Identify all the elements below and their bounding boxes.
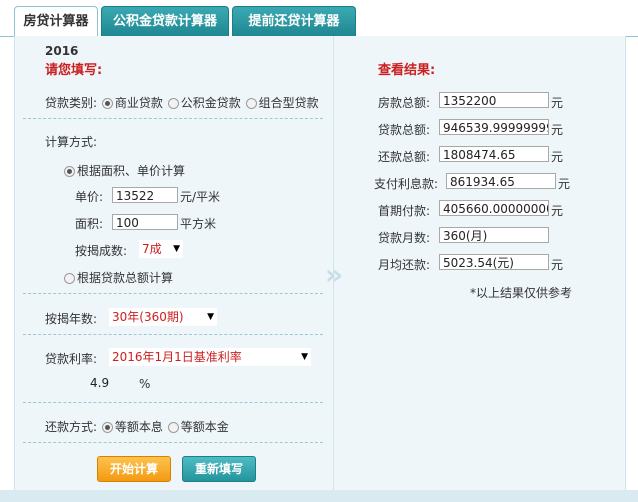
reset-button[interactable]: 重新填写 xyxy=(182,456,256,482)
calc-method-label: 计算方式: xyxy=(45,135,98,149)
calculator-panel: 2016 请您填写: 贷款类别: 商业贷款 公积金贷款 组合型贷款 计算方式: … xyxy=(14,36,626,502)
result-house-total: 1352200 xyxy=(439,92,549,108)
area-input[interactable]: 100 xyxy=(112,214,178,230)
result-months: 360(月) xyxy=(439,227,549,243)
area-unit: 平方米 xyxy=(180,217,217,231)
loan-type-row: 贷款类别: 商业贷款 公积金贷款 组合型贷款 xyxy=(45,94,319,111)
rate-label: 贷款利率: xyxy=(45,352,98,366)
double-chevron-right-icon: » xyxy=(325,258,344,291)
tab-provident-fund-calculator[interactable]: 公积金贷款计算器 xyxy=(101,6,229,36)
radio-equal-installment[interactable] xyxy=(101,422,113,433)
result-unit: 元 xyxy=(551,150,564,164)
ratio-value: 7成 xyxy=(142,242,162,256)
result-label-house-total: 房款总额: xyxy=(378,96,431,110)
unit-price-input[interactable]: 13522 xyxy=(112,187,178,203)
result-loan-total: 946539.999999999 xyxy=(439,119,549,135)
ratio-select[interactable]: 7成 ▼ xyxy=(139,240,183,258)
chevron-down-icon: ▼ xyxy=(173,244,180,254)
loan-type-label: 贷款类别: xyxy=(45,96,98,110)
radio-commercial-loan[interactable] xyxy=(101,98,113,109)
result-down-payment: 405660.000000000 xyxy=(439,200,549,216)
radio-method-area[interactable] xyxy=(64,166,75,177)
years-value: 30年(360期) xyxy=(112,310,184,324)
rate-select[interactable]: 2016年1月1日基准利率 ▼ xyxy=(109,348,311,366)
radio-combined-loan[interactable] xyxy=(245,98,257,109)
method-area-label[interactable]: 根据面积、单价计算 xyxy=(77,164,185,178)
loan-type-provident[interactable]: 公积金贷款 xyxy=(181,96,241,110)
result-unit: 元 xyxy=(551,96,564,110)
result-unit: 元 xyxy=(551,123,564,137)
rate-number-input[interactable]: 4.9 xyxy=(87,375,133,391)
result-heading: 查看结果: xyxy=(378,63,436,78)
unit-price-unit: 元/平米 xyxy=(180,190,221,204)
loan-type-commercial[interactable]: 商业贷款 xyxy=(115,96,163,110)
separator xyxy=(23,442,323,443)
separator xyxy=(23,334,323,335)
result-label-loan-total: 贷款总额: xyxy=(378,123,431,137)
result-unit: 元 xyxy=(558,177,571,191)
years-label: 按揭年数: xyxy=(45,312,98,326)
chevron-down-icon: ▼ xyxy=(207,312,214,322)
result-monthly: 5023.54(元) xyxy=(439,254,549,270)
year-label: 2016 xyxy=(45,44,79,58)
tab-bar: 房贷计算器 公积金贷款计算器 提前还贷计算器 xyxy=(0,0,638,37)
bottom-border xyxy=(0,490,638,502)
method-total-option[interactable]: 根据贷款总额计算 xyxy=(63,269,173,286)
tab-mortgage-calculator[interactable]: 房贷计算器 xyxy=(14,6,98,37)
result-label-interest: 支付利息款: xyxy=(374,177,439,191)
repay-equal-principal[interactable]: 等额本金 xyxy=(181,420,229,434)
radio-method-total[interactable] xyxy=(64,273,75,284)
result-repay-total: 1808474.65 xyxy=(439,146,549,162)
fill-heading: 请您填写: xyxy=(45,63,103,78)
method-total-label[interactable]: 根据贷款总额计算 xyxy=(77,271,173,285)
tab-prepayment-calculator[interactable]: 提前还贷计算器 xyxy=(232,6,356,36)
input-section: 2016 请您填写: 贷款类别: 商业贷款 公积金贷款 组合型贷款 计算方式: … xyxy=(15,36,333,502)
repay-label: 还款方式: xyxy=(45,420,98,434)
repay-row: 还款方式: 等额本息 等额本金 xyxy=(45,418,229,435)
repay-equal-installment[interactable]: 等额本息 xyxy=(115,420,163,434)
method-area-option[interactable]: 根据面积、单价计算 xyxy=(63,162,185,179)
rate-unit: % xyxy=(139,377,151,391)
result-label-repay-total: 还款总额: xyxy=(378,150,431,164)
result-label-monthly: 月均还款: xyxy=(378,258,431,272)
separator xyxy=(23,402,323,403)
chevron-down-icon: ▼ xyxy=(301,352,308,362)
separator xyxy=(23,118,323,119)
years-select[interactable]: 30年(360期) ▼ xyxy=(109,308,217,326)
result-label-months: 贷款月数: xyxy=(378,231,431,245)
radio-equal-principal[interactable] xyxy=(167,422,179,433)
start-calc-button[interactable]: 开始计算 xyxy=(97,456,171,482)
result-interest: 861934.65 xyxy=(446,173,556,189)
radio-provident-loan[interactable] xyxy=(167,98,179,109)
result-unit: 元 xyxy=(551,204,564,218)
loan-type-combined[interactable]: 组合型贷款 xyxy=(259,96,319,110)
unit-price-label: 单价: xyxy=(75,190,104,204)
result-note: *以上结果仅供参考 xyxy=(470,286,573,300)
ratio-label: 按揭成数: xyxy=(75,244,128,258)
result-section: 查看结果: 房款总额: 1352200 元 贷款总额: 946539.99999… xyxy=(334,36,625,502)
result-label-down-payment: 首期付款: xyxy=(378,204,431,218)
result-unit: 元 xyxy=(551,258,564,272)
area-label: 面积: xyxy=(75,217,104,231)
rate-value: 2016年1月1日基准利率 xyxy=(112,350,242,364)
separator xyxy=(23,293,323,294)
